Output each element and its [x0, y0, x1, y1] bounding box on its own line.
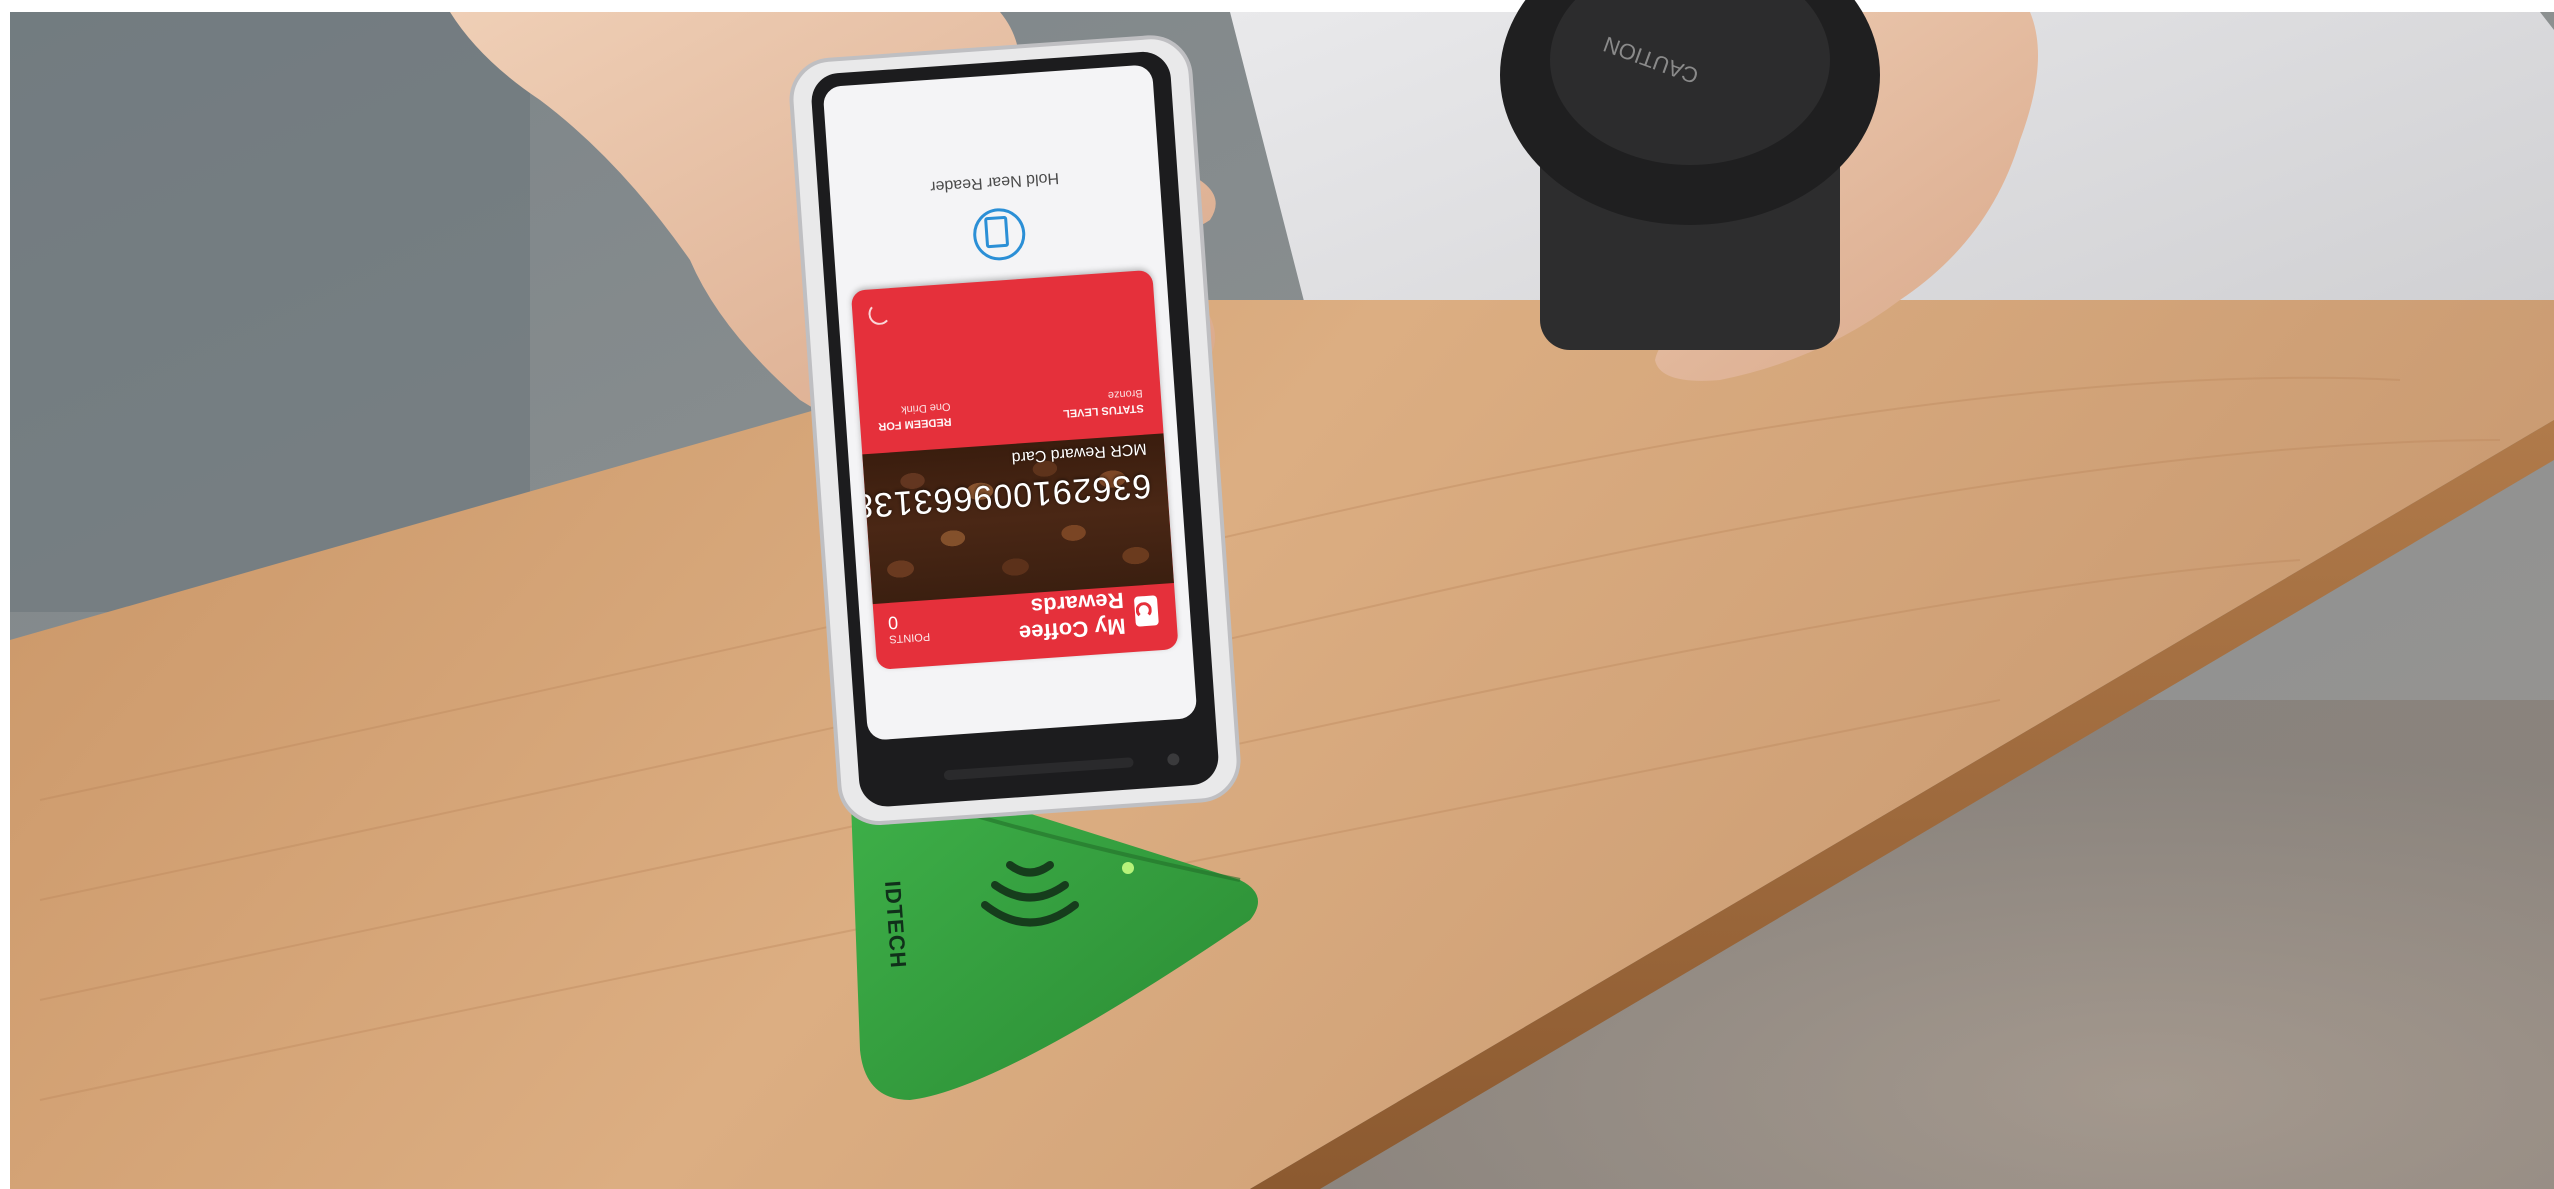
- card-number: 6362910096631386: [850, 466, 1153, 527]
- points: POINTS 0: [887, 610, 930, 646]
- phone-reader-icon: [971, 206, 1027, 263]
- reward-card[interactable]: My Coffee Rewards POINTS 0 6362910096631…: [850, 269, 1179, 670]
- nfc-icon: [867, 302, 892, 326]
- coffee-cup-icon: [1133, 595, 1159, 627]
- points-value: 0: [887, 612, 899, 634]
- photo-scene: CAUTION: [10, 0, 2554, 1189]
- card-meta: STATUS LEVEL Bronze REDEEM FOR One Drink: [877, 384, 1144, 433]
- phone-screen: My Coffee Rewards POINTS 0 6362910096631…: [822, 64, 1198, 741]
- redeem-for: REDEEM FOR One Drink: [877, 397, 952, 433]
- coffee-beans-image: 6362910096631386 MCR Reward Card: [851, 433, 1174, 605]
- hold-near-reader-prompt: Hold Near Reader: [929, 169, 1060, 196]
- card-name: MCR Reward Card: [1011, 439, 1148, 466]
- reader-status-light: [1122, 862, 1134, 874]
- status-level: STATUS LEVEL Bronze: [1061, 384, 1145, 420]
- points-label: POINTS: [888, 630, 931, 646]
